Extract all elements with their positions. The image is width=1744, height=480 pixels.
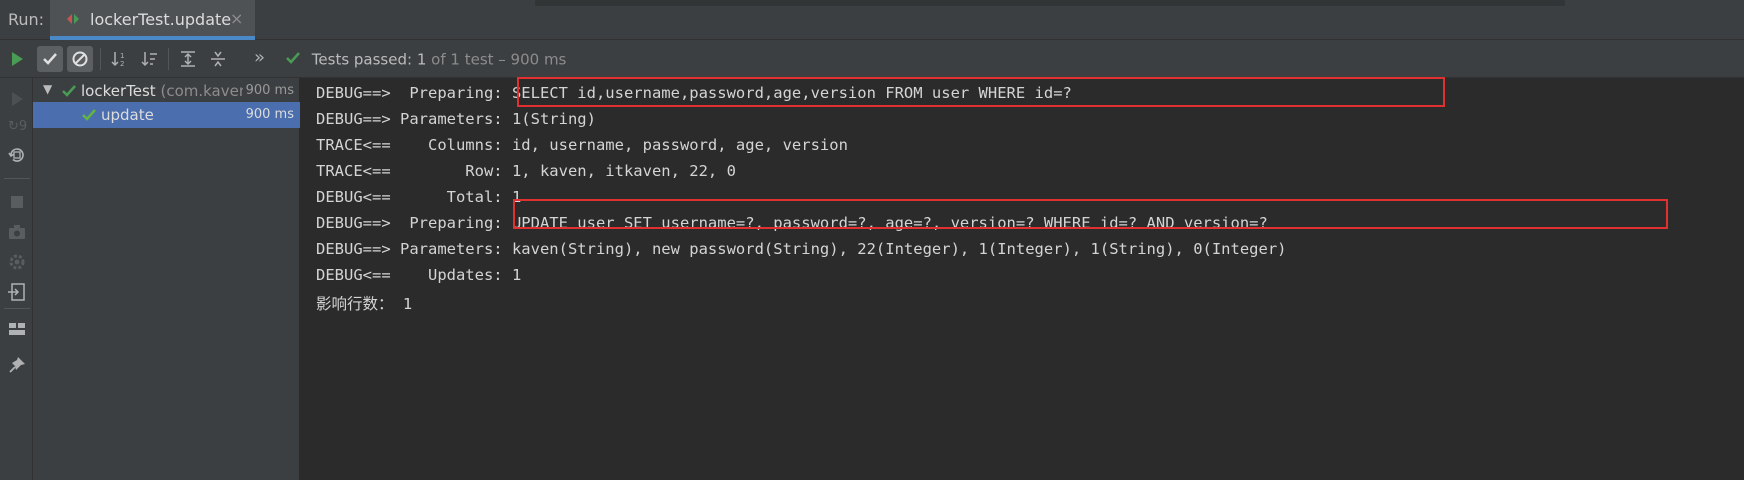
tree-item-label: lockerTest (com.kaven	[81, 82, 249, 100]
test-toolbar: 12 » Tests passed: 1 of 1 test – 900 ms	[0, 40, 1744, 78]
window-title-strip	[535, 0, 1565, 6]
toolbar-separator	[168, 48, 169, 70]
console-line: DEBUG==> Parameters: kaven(String), new …	[316, 240, 1287, 258]
tree-item-time: 900 ms	[245, 107, 294, 122]
expand-all-icon[interactable]	[175, 46, 201, 72]
rerun-automatically-icon[interactable]	[6, 144, 28, 166]
check-icon	[285, 50, 301, 70]
tab-title: lockerTest.update	[90, 10, 232, 29]
console-line: DEBUG<== Updates: 1	[316, 266, 522, 284]
show-ignored-icon[interactable]	[67, 46, 93, 72]
rerun-icon[interactable]	[4, 46, 30, 72]
sort-alphabetically-icon[interactable]: 12	[107, 46, 133, 72]
test-config-icon	[66, 12, 80, 26]
test-results-tree: ▼ lockerTest (com.kaven 900 ms update 90…	[33, 78, 300, 480]
status-detail: of 1 test – 900 ms	[431, 50, 567, 69]
settings-icon[interactable]	[6, 251, 28, 273]
tab-lockertest-update[interactable]: lockerTest.update ×	[50, 0, 255, 40]
layout-icon[interactable]	[6, 318, 28, 340]
console-line: DEBUG<== Total: 1	[316, 188, 522, 206]
stop-icon[interactable]	[6, 191, 28, 213]
tree-item-lockertest[interactable]: ▼ lockerTest (com.kaven 900 ms	[33, 78, 300, 104]
update-sql-highlight	[513, 199, 1668, 229]
svg-text:1: 1	[120, 52, 124, 60]
tree-item-update[interactable]: update 900 ms	[33, 102, 300, 128]
run-label: Run:	[8, 10, 45, 29]
tree-item-package: (com.kaven	[160, 82, 249, 100]
run-tab-bar: Run: lockerTest.update ×	[0, 0, 1744, 40]
pin-icon[interactable]	[6, 354, 28, 376]
tests-status: Tests passed: 1 of 1 test – 900 ms	[285, 50, 566, 70]
rerun-failed-icon[interactable]	[6, 88, 28, 110]
svg-text:↻9: ↻9	[8, 119, 27, 134]
toggle-autotest-icon[interactable]: ↻9	[6, 114, 28, 136]
select-sql-highlight	[517, 77, 1445, 107]
close-icon[interactable]: ×	[230, 9, 243, 28]
console-line: TRACE<== Columns: id, username, password…	[316, 136, 848, 154]
console-line: DEBUG==> Parameters: 1(String)	[316, 110, 596, 128]
camera-icon[interactable]	[6, 221, 28, 243]
tree-item-label: update	[101, 106, 154, 124]
show-passed-icon[interactable]	[37, 46, 63, 72]
status-count: 1	[416, 50, 427, 69]
status-prefix: Tests passed:	[311, 50, 413, 69]
passed-check-icon	[61, 83, 77, 99]
toolbar-separator	[100, 48, 101, 70]
console-output[interactable]: DEBUG==> Preparing: SELECT id,username,p…	[300, 77, 1744, 480]
import-tests-icon[interactable]	[6, 281, 28, 303]
passed-check-icon	[81, 107, 97, 123]
sort-by-duration-icon[interactable]	[137, 46, 163, 72]
sidebar-separator	[4, 308, 30, 309]
console-line: 影响行数： 1	[316, 295, 413, 313]
tree-item-time: 900 ms	[242, 83, 294, 98]
console-line: TRACE<== Row: 1, kaven, itkaven, 22, 0	[316, 162, 736, 180]
svg-text:2: 2	[120, 60, 124, 68]
more-icon[interactable]: »	[254, 47, 265, 68]
sidebar-separator	[4, 178, 30, 179]
collapse-all-icon[interactable]	[205, 46, 231, 72]
run-side-toolbar: ↻9	[0, 78, 33, 480]
expand-arrow-icon[interactable]: ▼	[43, 82, 52, 96]
